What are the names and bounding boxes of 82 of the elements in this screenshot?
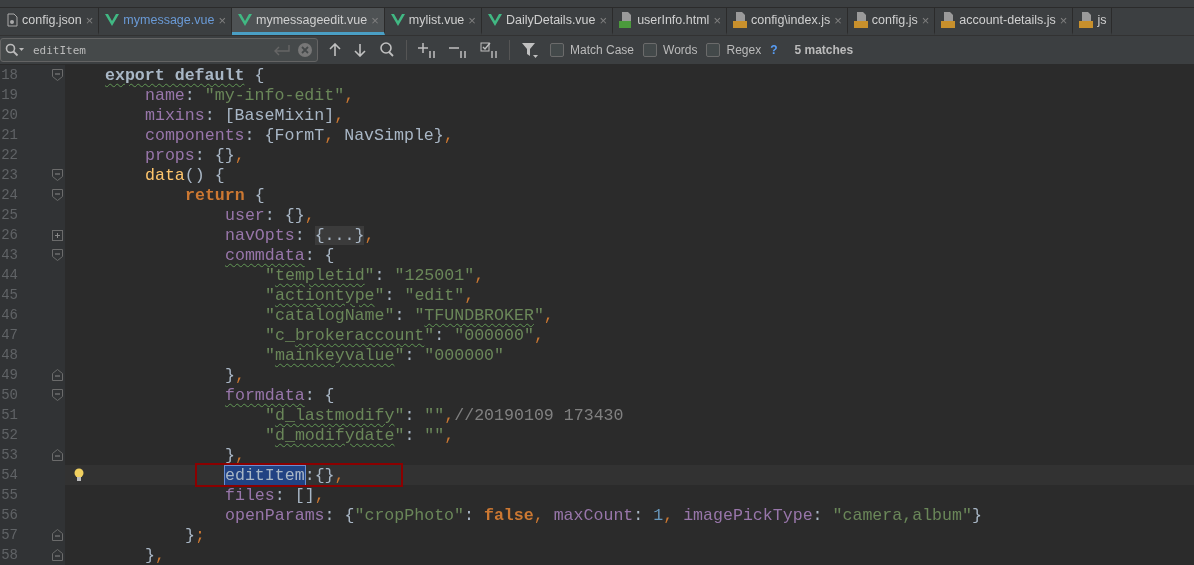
code-line: components: {FormT, NavSimple}, [145,125,454,145]
clear-icon[interactable] [297,42,313,58]
code-line: }, [225,445,245,465]
tab-label: mylist.vue [408,13,465,27]
add-occurrence-button[interactable] [416,42,438,58]
close-icon[interactable]: × [218,12,226,28]
code-line: export default { [105,65,265,85]
code-line: navOpts: {...}, [225,225,375,245]
code-line: name: "my-info-edit", [145,85,355,105]
tab-label: DailyDetails.vue [505,13,596,27]
close-icon[interactable]: × [468,12,476,28]
code-line: files: [], [225,485,325,505]
js-file-icon [733,12,747,28]
select-occurrences-button[interactable] [478,42,500,58]
vue-file-icon [105,14,120,26]
tab-label: js [1097,13,1107,27]
code-line: props: {}, [145,145,245,165]
code-line: data() { [145,165,225,185]
code-line: }, [145,545,165,565]
tab-label: mymessage.vue [123,13,215,27]
tab-label: config.js [871,13,918,27]
code-line: }; [185,525,205,545]
fold-icon[interactable] [52,189,63,201]
code-line: user: {}, [225,205,315,225]
code-line: "actiontype": "edit", [265,285,475,305]
code-line: formdata: { [225,385,335,405]
search-input[interactable]: editItem [31,42,267,58]
lightbulb-icon[interactable] [74,468,84,482]
fold-icon[interactable] [52,549,63,561]
code-line: mixins: [BaseMixin], [145,105,345,125]
code-line: "mainkeyvalue": "000000" [265,345,505,365]
previous-match-button[interactable] [327,43,343,57]
js-file-icon [1079,12,1094,28]
enter-icon [273,44,291,56]
expand-icon[interactable] [52,229,63,241]
code-line: "d_modifydate": "", [265,425,455,445]
tab-label: config\index.js [751,13,831,27]
fold-icon[interactable] [52,249,63,261]
code-line: "catalogName": "TFUNDBROKER", [265,305,554,325]
checkbox[interactable] [706,43,721,57]
fold-icon[interactable] [52,69,63,81]
checkbox-label: Words [663,43,698,57]
fold-icon[interactable] [52,389,63,401]
filter-button[interactable] [519,42,541,58]
checkbox-label: Regex [726,43,762,57]
json-file-icon [6,13,18,27]
code-line: "c_brokeraccount": "000000", [265,325,544,345]
search-icon [5,43,25,57]
tab-label: config.json [22,13,82,27]
help-link[interactable]: ? [770,43,778,57]
match-count: 5 matches [794,43,854,57]
search-field[interactable]: editItem [0,38,318,62]
fold-icon[interactable] [52,529,63,541]
code-line: "d_lastmodify": "",//20190109 173430 [265,405,624,425]
fold-icon[interactable] [52,369,63,381]
code-line: return { [185,185,265,205]
tab-label: mymessageedit.vue [255,13,368,27]
close-icon[interactable]: × [85,12,94,28]
vue-file-icon [237,14,252,26]
close-icon[interactable]: × [1059,12,1068,28]
checkbox-label: Match Case [570,43,635,57]
editor-tab[interactable]: mymessageedit.vue × [231,8,385,35]
close-icon[interactable]: × [713,12,721,28]
html-file-icon [619,12,634,28]
checkbox[interactable] [643,43,658,57]
fold-icon[interactable] [52,449,63,461]
code-line: }, [225,365,245,385]
close-icon[interactable]: × [834,12,842,28]
checkbox[interactable] [550,43,564,57]
tab-label: userInfo.html [637,13,710,27]
close-icon[interactable]: × [599,12,608,28]
code-line: openParams: {"cropPhoto": false, maxCount: 1, imagePickType: "camera,album"} [225,505,982,525]
js-file-icon [941,12,956,28]
next-match-button[interactable] [352,43,368,57]
close-icon[interactable]: × [921,12,930,28]
vue-file-icon [390,14,405,26]
code-line: commdata: { [225,245,335,265]
tab-label: account-details.js [959,13,1056,27]
js-file-icon [853,12,868,28]
code-line: "templetid": "125001", [265,265,485,285]
vue-file-icon [487,14,502,26]
fold-icon[interactable] [52,169,63,181]
